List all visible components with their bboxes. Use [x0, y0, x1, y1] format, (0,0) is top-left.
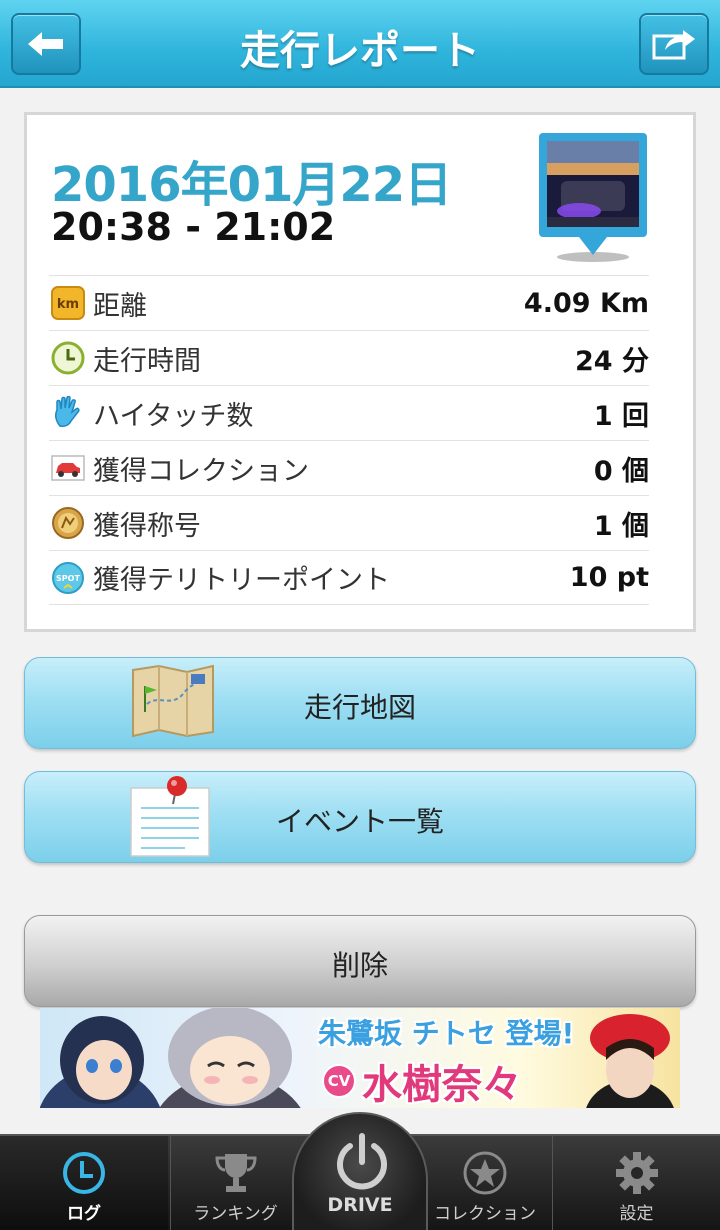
- stat-label: ハイタッチ数: [93, 400, 254, 432]
- km-icon: km: [51, 286, 85, 320]
- power-icon: [337, 1133, 387, 1190]
- stat-label: 走行時間: [93, 345, 201, 377]
- stat-row-collection: 獲得コレクション 0 個: [49, 440, 649, 495]
- tab-log-label: ログ: [67, 1204, 101, 1224]
- tab-collection[interactable]: コレクション: [420, 1136, 550, 1230]
- event-list-button[interactable]: イベント一覧: [24, 771, 696, 863]
- high-five-hand-icon: [55, 396, 80, 427]
- tab-ranking-label: ランキング: [193, 1204, 278, 1224]
- tab-log[interactable]: ログ: [0, 1136, 168, 1230]
- clock-icon: [63, 1152, 105, 1194]
- share-button[interactable]: [639, 13, 709, 75]
- report-time-range: 20:38 - 21:02: [51, 205, 336, 249]
- trophy-icon: [214, 1154, 257, 1192]
- delete-label: 削除: [331, 949, 388, 982]
- stat-value: 0 個: [593, 455, 649, 487]
- gear-icon: [615, 1152, 658, 1194]
- stat-row-distance: km 距離 4.09 Km: [49, 275, 649, 330]
- stat-row-high-fives: ハイタッチ数 1 回: [49, 385, 649, 440]
- banner-characters-illustration: [40, 1008, 301, 1108]
- drive-map-label: 走行地図: [303, 691, 416, 724]
- share-icon: [652, 30, 695, 60]
- tab-settings[interactable]: 設定: [552, 1136, 720, 1230]
- report-stats-list: km 距離 4.09 Km 走行時間 24 分 ハイタッチ数 1 回 獲得コレク…: [49, 275, 649, 605]
- stat-label: 獲得称号: [93, 510, 201, 542]
- stat-row-titles: 獲得称号 1 個: [49, 495, 649, 550]
- stat-value: 4.09 Km: [523, 287, 649, 319]
- cv-badge: CV: [322, 1064, 356, 1098]
- svg-text:SPOT: SPOT: [56, 574, 80, 583]
- tab-ranking[interactable]: ランキング: [170, 1136, 300, 1230]
- app-header: 走行レポート: [0, 0, 720, 88]
- page-title: 走行レポート: [240, 28, 480, 74]
- stat-label: 獲得コレクション: [93, 455, 309, 487]
- stat-value: 24 分: [575, 345, 649, 377]
- photo-pin-icon[interactable]: [539, 133, 647, 263]
- title-medal-icon: [52, 507, 84, 539]
- drive-label: DRIVE: [327, 1194, 393, 1216]
- stat-row-territory-points: SPOT 獲得テリトリーポイント 10 pt: [49, 550, 649, 605]
- stat-value: 1 回: [593, 400, 649, 432]
- banner-voice-actor: 水樹奈々: [362, 1062, 522, 1108]
- stat-label: 距離: [93, 290, 147, 322]
- banner-portrait-photo: [586, 1014, 674, 1108]
- drive-map-button[interactable]: 走行地図: [24, 657, 696, 749]
- stat-value: 10 pt: [569, 562, 649, 593]
- ad-banner[interactable]: 朱鷺坂 チトセ 登場! CV 水樹奈々: [40, 1008, 680, 1108]
- delete-button[interactable]: 削除: [24, 915, 696, 1007]
- drive-button[interactable]: DRIVE: [292, 1112, 428, 1230]
- spot-icon: SPOT: [52, 561, 84, 594]
- report-card: 2016年01月22日 20:38 - 21:02 km 距離 4.09 Km: [24, 112, 696, 632]
- stat-label: 獲得テリトリーポイント: [93, 565, 390, 596]
- event-list-label: イベント一覧: [275, 805, 444, 838]
- tab-settings-label: 設定: [619, 1204, 654, 1224]
- tab-collection-label: コレクション: [434, 1204, 536, 1224]
- car-icon: [51, 455, 85, 481]
- banner-headline: 朱鷺坂 チトセ 登場!: [318, 1017, 575, 1050]
- stat-value: 1 個: [593, 510, 649, 542]
- clock-icon: [51, 341, 85, 375]
- star-icon: [463, 1151, 507, 1195]
- stat-row-drive-time: 走行時間 24 分: [49, 330, 649, 385]
- svg-text:km: km: [57, 297, 79, 312]
